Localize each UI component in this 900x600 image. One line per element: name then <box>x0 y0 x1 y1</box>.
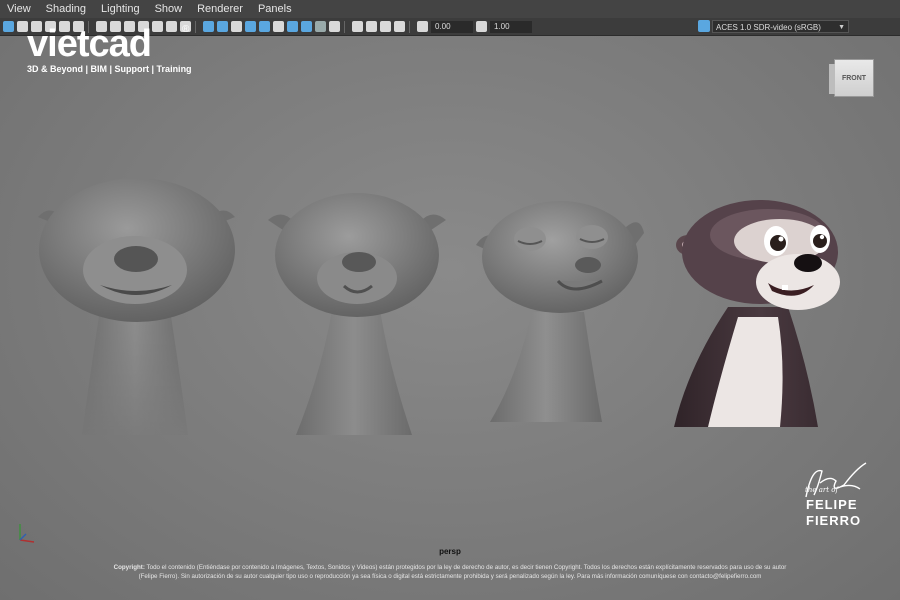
menu-lighting[interactable]: Lighting <box>94 0 148 18</box>
sculpt-stage-1 <box>38 178 235 435</box>
chevron-down-icon: ▼ <box>838 24 845 31</box>
use-all-lights-icon[interactable] <box>259 21 270 32</box>
copyright-label: Copyright: <box>113 564 145 571</box>
depth-of-field-icon[interactable] <box>329 21 340 32</box>
ambient-occlusion-icon[interactable] <box>287 21 298 32</box>
camera-name-label: persp <box>439 547 461 556</box>
default-material-icon[interactable] <box>231 21 242 32</box>
exposure-field[interactable]: 0.00 <box>431 20 473 33</box>
gamma-icon[interactable] <box>476 21 487 32</box>
exposure-icon[interactable] <box>417 21 428 32</box>
motion-blur-icon[interactable] <box>301 21 312 32</box>
axis-gizmo-icon <box>19 524 35 543</box>
xray-joints-icon[interactable] <box>380 21 391 32</box>
maya-viewport-window: View Shading Lighting Show Renderer Pane… <box>0 0 900 600</box>
textured-icon[interactable] <box>245 21 256 32</box>
vietcad-logo: vietcad ® 3D & Beyond | BIM | Support | … <box>27 22 192 74</box>
panel-menu-bar: View Shading Lighting Show Renderer Pane… <box>0 0 900 18</box>
color-management-icon[interactable] <box>698 20 710 32</box>
wireframe-icon[interactable] <box>203 21 214 32</box>
logo-registered-mark: ® <box>182 24 190 35</box>
copyright-notice: Copyright: Todo el contenido (Entiéndase… <box>40 563 860 581</box>
xray-icon[interactable] <box>366 21 377 32</box>
otter-final-render <box>674 200 840 427</box>
color-management-value: ACES 1.0 SDR-video (sRGB) <box>716 23 821 32</box>
menu-panels[interactable]: Panels <box>251 0 300 18</box>
menu-shading[interactable]: Shading <box>39 0 94 18</box>
copyright-line-2: (Felipe Fierro). Sin autorización de su … <box>138 573 762 580</box>
anti-aliasing-icon[interactable] <box>315 21 326 32</box>
signature-small-text: the art of <box>805 486 839 494</box>
view-cube-label: FRONT <box>841 75 867 82</box>
logo-tagline: 3D & Beyond | BIM | Support | Training <box>27 64 192 74</box>
menu-renderer[interactable]: Renderer <box>190 0 251 18</box>
color-management-select[interactable]: ACES 1.0 SDR-video (sRGB) ▼ <box>712 20 849 33</box>
xray-components-icon[interactable] <box>394 21 405 32</box>
signature-name-line-1: FELIPE <box>806 497 858 512</box>
toolbar-separator <box>344 20 345 33</box>
toolbar-separator <box>409 20 410 33</box>
menu-view[interactable]: View <box>0 0 39 18</box>
select-camera-icon[interactable] <box>3 21 14 32</box>
menu-show[interactable]: Show <box>148 0 191 18</box>
gamma-field[interactable]: 1.00 <box>490 20 532 33</box>
sculpt-stage-3 <box>476 201 644 422</box>
copyright-line-1: Todo el contenido (Entiéndase por conten… <box>146 564 787 571</box>
sculpt-stage-2 <box>268 193 446 435</box>
toolbar-separator <box>195 20 196 33</box>
isolate-select-icon[interactable] <box>352 21 363 32</box>
signature-name-line-2: FIERRO <box>806 513 862 528</box>
shadows-icon[interactable] <box>273 21 284 32</box>
logo-title: vietcad <box>27 23 152 65</box>
smooth-shade-icon[interactable] <box>217 21 228 32</box>
view-cube[interactable]: FRONT <box>829 59 874 97</box>
